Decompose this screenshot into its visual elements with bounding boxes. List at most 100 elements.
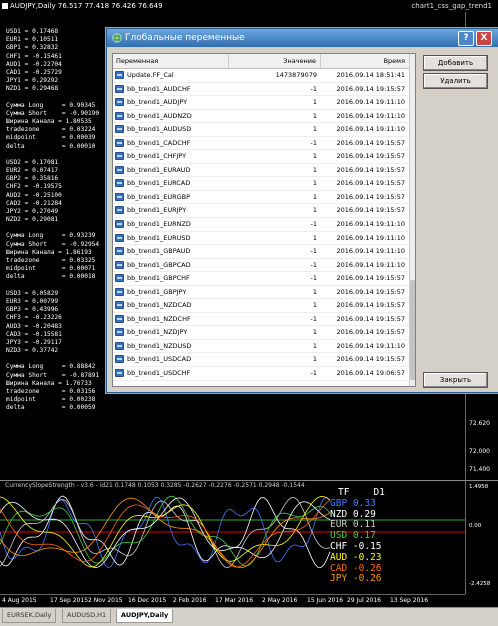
close-icon[interactable]: X: [476, 31, 492, 46]
variable-value[interactable]: 1: [229, 286, 321, 300]
variable-time: 2016.09.14 19:06:57: [336, 369, 405, 378]
table-row[interactable]: bb_trend1_AUDJPY 1 2016.09.14 19:11:10: [113, 96, 409, 110]
table-row[interactable]: bb_trend1_AUDCHF -1 2016.09.14 19:15:57: [113, 83, 409, 97]
help-button[interactable]: ?: [458, 31, 474, 46]
table-row[interactable]: bb_trend1_GBPCAD -1 2016.09.14 19:11:10: [113, 259, 409, 273]
price-label: 72.000: [469, 448, 490, 455]
global-variables-dialog: Глобальные переменные ? X Переменная Зна…: [106, 28, 498, 393]
variable-value[interactable]: -1: [229, 245, 321, 259]
stat-gap: [6, 355, 106, 363]
table-row[interactable]: bb_trend1_NZDCAD 1 2016.09.14 19:15:57: [113, 299, 409, 313]
variable-name: bb_trend1_CHFJPY: [127, 152, 187, 161]
variable-value[interactable]: -1: [229, 313, 321, 327]
stat-line: midpoint = 0.00071: [6, 265, 96, 273]
stat-line: Ширина Канала = 1.76733: [6, 379, 92, 387]
table-row[interactable]: Update.FF_Cal 1473879079 2016.09.14 18:51:…: [113, 69, 409, 83]
variable-value[interactable]: 1: [229, 110, 321, 124]
variable-value[interactable]: 1: [229, 204, 321, 218]
stat-line: tradezone = 0.03156: [6, 387, 96, 395]
variable-value[interactable]: 1: [229, 150, 321, 164]
table-row[interactable]: bb_trend1_USDCAD 1 2016.09.14 19:15:57: [113, 353, 409, 368]
variable-time: 2016.09.14 19:15:57: [336, 355, 405, 364]
variable-time: 2016.09.14 19:15:57: [336, 152, 405, 161]
variable-value[interactable]: 1: [229, 177, 321, 191]
table-row[interactable]: bb_trend1_EURAUD 1 2016.09.14 19:15:57: [113, 164, 409, 178]
variable-value[interactable]: 1473879079: [229, 69, 321, 83]
stat-line: Сумма Long = 0.90345: [6, 101, 96, 109]
stat-line: NZD3 = 0.37742: [6, 347, 59, 355]
dialog-titlebar[interactable]: Глобальные переменные ? X: [107, 29, 498, 47]
variable-value[interactable]: -1: [229, 272, 321, 286]
variable-value[interactable]: -1: [229, 259, 321, 273]
close-button[interactable]: Закрыть: [423, 372, 488, 388]
table-row[interactable]: bb_trend1_AUDUSD 1 2016.09.14 19:11:10: [113, 123, 409, 137]
table-row[interactable]: bb_trend1_EURNZD -1 2016.09.14 19:11:10: [113, 218, 409, 232]
variable-time: 2016.09.14 19:11:10: [336, 111, 405, 120]
variable-value[interactable]: 1: [229, 96, 321, 110]
variable-value[interactable]: 1: [229, 232, 321, 246]
table-row[interactable]: bb_trend1_EURUSD 1 2016.09.14 19:11:10: [113, 232, 409, 246]
variable-name: bb_trend1_NZDJPY: [127, 328, 188, 337]
table-scrollbar[interactable]: [409, 54, 415, 386]
table-row[interactable]: bb_trend1_GBPCHF -1 2016.09.14 19:15:57: [113, 272, 409, 286]
variable-time: 2016.09.14 19:15:57: [336, 179, 405, 188]
table-row[interactable]: bb_trend1_EURCAD 1 2016.09.14 19:15:57: [113, 177, 409, 191]
variable-value[interactable]: 1: [229, 164, 321, 178]
stat-line: NZD1 = 0.29468: [6, 85, 59, 93]
variable-name: bb_trend1_NZDCHF: [127, 314, 191, 323]
variable-value[interactable]: 1: [229, 326, 321, 340]
variable-value[interactable]: -1: [229, 218, 321, 232]
time-label: 2 Nov 2015: [88, 597, 123, 604]
time-label: 17 Sep 2015: [50, 597, 89, 604]
add-button[interactable]: Добавить: [423, 55, 488, 71]
table-row[interactable]: bb_trend1_CADCHF -1 2016.09.14 19:15:57: [113, 137, 409, 151]
table-row[interactable]: bb_trend1_NZDCHF -1 2016.09.14 19:15:57: [113, 313, 409, 327]
table-row[interactable]: bb_trend1_EURGBP 1 2016.09.14 19:15:57: [113, 191, 409, 205]
strength-line: [0, 497, 331, 569]
indicator-separator[interactable]: [0, 480, 498, 481]
table-row[interactable]: bb_trend1_GBPJPY 1 2016.09.14 19:15:57: [113, 286, 409, 300]
legend-value: 0.29: [352, 508, 376, 520]
variable-time: 2016.09.14 18:51:41: [336, 71, 405, 79]
chart-tab[interactable]: AUDJPY,Daily: [116, 609, 174, 623]
chart-tab[interactable]: AUDUSD,H1: [62, 609, 112, 623]
variable-value[interactable]: -1: [229, 137, 321, 151]
stat-line: NZD2 = 0.29081: [6, 216, 59, 224]
delete-button[interactable]: Удалить: [423, 73, 488, 89]
stat-line: CAD1 = -0.25729: [6, 69, 62, 77]
legend-value: -0.26: [352, 573, 382, 585]
legend-currency: AUD: [330, 551, 348, 563]
time-label: 15 Jun 2016: [307, 597, 344, 604]
stat-line: JPY1 = 0.29292: [6, 77, 59, 85]
variable-value[interactable]: 1: [229, 191, 321, 205]
scroll-thumb[interactable]: [410, 280, 415, 380]
stat-line: midpoint = 0.00238: [6, 396, 96, 404]
variable-name: bb_trend1_EURJPY: [127, 206, 187, 215]
stat-line: CAD3 = -0.15581: [6, 330, 62, 338]
table-row[interactable]: bb_trend1_EURJPY 1 2016.09.14 19:15:57: [113, 204, 409, 219]
header-time[interactable]: Время: [321, 54, 409, 68]
table-row[interactable]: bb_trend1_USDCHF -1 2016.09.14 19:06:57: [113, 367, 409, 381]
table-row[interactable]: bb_trend1_GBPAUD -1 2016.09.14 19:11:10: [113, 245, 409, 259]
variable-value[interactable]: 1: [229, 299, 321, 313]
stat-line: tradezone = 0.03224: [6, 126, 96, 134]
variable-value[interactable]: -1: [229, 367, 321, 381]
close-button-label: Закрыть: [439, 376, 472, 384]
time-label: 4 Aug 2015: [2, 597, 37, 604]
stat-line: EUR1 = 0.10511: [6, 36, 59, 44]
add-button-label: Добавить: [437, 59, 474, 67]
variable-value[interactable]: 1: [229, 353, 321, 367]
table-row[interactable]: bb_trend1_AUDNZD 1 2016.09.14 19:11:10: [113, 110, 409, 124]
stat-line: JPY2 = 0.27049: [6, 208, 59, 216]
variable-value[interactable]: -1: [229, 83, 321, 97]
table-row[interactable]: bb_trend1_NZDJPY 1 2016.09.14 19:15:57: [113, 326, 409, 340]
table-row[interactable]: bb_trend1_NZDUSD 1 2016.09.14 19:11:10: [113, 340, 409, 354]
header-value[interactable]: Значение: [229, 54, 321, 68]
delete-button-label: Удалить: [440, 77, 471, 85]
variable-value[interactable]: 1: [229, 123, 321, 137]
stat-line: delta = 0.00059: [6, 404, 96, 412]
header-name[interactable]: Переменная: [113, 54, 229, 68]
table-row[interactable]: bb_trend1_CHFJPY 1 2016.09.14 19:15:57: [113, 150, 409, 164]
chart-tab[interactable]: EURSEK,Daily: [2, 609, 57, 623]
variable-value[interactable]: 1: [229, 340, 321, 354]
